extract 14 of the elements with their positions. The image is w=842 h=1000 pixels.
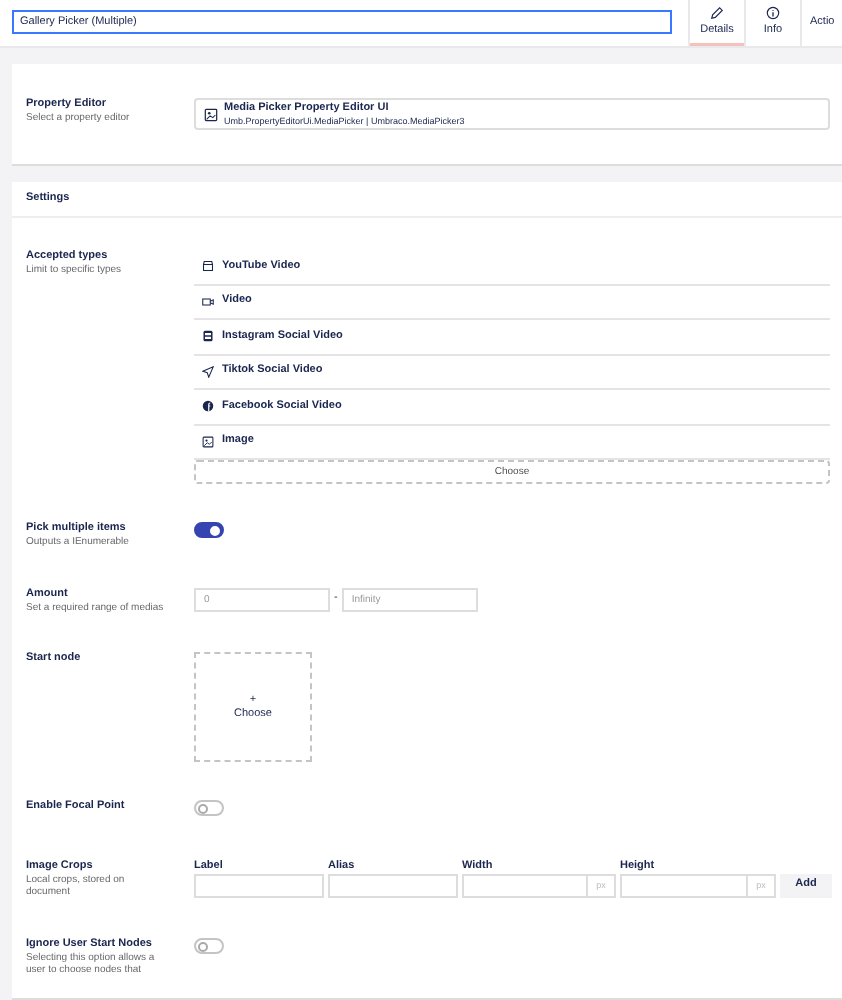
input-field[interactable] (194, 873, 324, 898)
pencil-icon (710, 6, 724, 21)
image-icon (202, 435, 214, 448)
film-icon (202, 330, 214, 343)
toggle-switch[interactable] (194, 522, 224, 539)
input-field[interactable] (328, 873, 458, 898)
facebook-icon (202, 400, 214, 413)
info-icon (766, 6, 780, 21)
video-camera-icon (202, 295, 214, 308)
clapperboard-icon (202, 260, 214, 273)
toggle-switch[interactable] (194, 800, 224, 817)
image-icon (204, 107, 218, 121)
toggle-switch[interactable] (194, 937, 224, 954)
paper-plane-icon (202, 365, 214, 378)
